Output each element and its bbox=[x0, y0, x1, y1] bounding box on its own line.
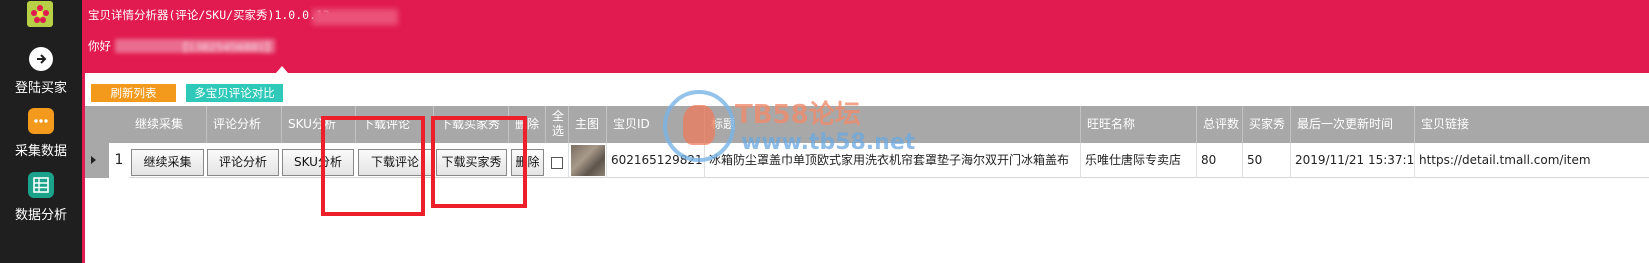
updated-time-cell: 2019/11/21 15:37:13 bbox=[1291, 143, 1415, 178]
main-content: 刷新列表 多宝贝评论对比 继续采集 评论分析 SKU分析 下载评论 下载买家秀 … bbox=[82, 73, 1649, 263]
col-header[interactable]: 全选 bbox=[546, 106, 569, 143]
col-header[interactable]: 继续采集 bbox=[129, 106, 207, 143]
sidebar-item-label: 数据分析 bbox=[14, 208, 67, 223]
col-header[interactable]: 旺旺名称 bbox=[1081, 106, 1197, 143]
login-arrow-icon bbox=[29, 47, 53, 71]
current-row-arrow-icon bbox=[91, 156, 96, 164]
buyer-show-cell: 50 bbox=[1243, 143, 1291, 178]
sidebar-item-login[interactable]: 登陆买家 bbox=[0, 47, 82, 96]
row-index: 1 bbox=[109, 143, 129, 178]
sidebar-item-collect[interactable]: 采集数据 bbox=[0, 108, 82, 159]
review-analysis-button[interactable]: 评论分析 bbox=[207, 149, 279, 176]
app-logo-icon bbox=[27, 1, 53, 27]
title-header: 宝贝详情分析器(评论/SKU/买家秀)1.0.0.12 你好 【13825456… bbox=[82, 0, 1649, 73]
greeting-text: 你好 bbox=[88, 39, 111, 53]
col-header[interactable]: 宝贝ID bbox=[607, 106, 705, 143]
wangwang-cell: 乐唯仕唐际专卖店 bbox=[1081, 143, 1197, 178]
total-reviews-cell: 80 bbox=[1197, 143, 1243, 178]
annotation-box-download-reviews bbox=[321, 116, 425, 216]
col-header[interactable]: 最后一次更新时间 bbox=[1291, 106, 1415, 143]
row-header[interactable]: 1 bbox=[85, 143, 129, 178]
chat-collect-icon bbox=[28, 108, 54, 134]
sidebar-item-analysis[interactable]: 数据分析 bbox=[0, 172, 82, 223]
title-cell: 冰箱防尘罩盖巾单顶欧式家用洗衣机帘套罩垫子海尔双开门冰箱盖布 bbox=[705, 143, 1081, 178]
user-greeting: 你好 【13825456881】 bbox=[88, 38, 276, 54]
col-header[interactable]: 买家秀 bbox=[1243, 106, 1291, 143]
blurred-region bbox=[312, 9, 398, 25]
sidebar-item-label: 登陆买家 bbox=[14, 81, 67, 96]
select-cell bbox=[546, 143, 569, 178]
col-header[interactable]: 主图 bbox=[569, 106, 607, 143]
app-title: 宝贝详情分析器(评论/SKU/买家秀)1.0.0.12 bbox=[88, 8, 330, 22]
app-window: 登陆买家 采集数据 数据分析 宝贝详情分析器(评论/SKU/买家秀)1.0.0.… bbox=[0, 0, 1649, 263]
annotation-box-download-buyer-show bbox=[431, 116, 527, 208]
refresh-list-button[interactable]: 刷新列表 bbox=[91, 84, 176, 102]
left-sidebar: 登陆买家 采集数据 数据分析 bbox=[0, 0, 82, 263]
table-row[interactable]: 1 继续采集 评论分析 SKU分析 下载评论 下载买家秀 删除 60216512… bbox=[85, 143, 1649, 178]
compare-reviews-button[interactable]: 多宝贝评论对比 bbox=[186, 84, 283, 102]
data-grid-icon bbox=[28, 172, 54, 198]
col-header[interactable]: 总评数 bbox=[1197, 106, 1243, 143]
col-header[interactable]: 宝贝链接 bbox=[1415, 106, 1649, 143]
blurred-account: 【13825456881】 bbox=[115, 39, 276, 54]
blurred-account-text: 【13825456881】 bbox=[177, 41, 276, 54]
item-link-cell[interactable]: https://detail.tmall.com/item bbox=[1415, 143, 1649, 178]
continue-collect-button[interactable]: 继续采集 bbox=[131, 149, 204, 176]
item-id-cell: 602165129821 bbox=[607, 143, 705, 178]
tab-pointer bbox=[276, 66, 288, 73]
sidebar-item-label: 采集数据 bbox=[14, 144, 67, 159]
main-image-cell bbox=[569, 143, 607, 178]
table-header-row: 继续采集 评论分析 SKU分析 下载评论 下载买家秀 删除 全选 主图 宝贝ID… bbox=[85, 106, 1649, 143]
product-thumbnail bbox=[571, 145, 605, 176]
col-header[interactable]: 评论分析 bbox=[207, 106, 282, 143]
row-checkbox[interactable] bbox=[551, 157, 563, 169]
col-header[interactable]: 标题 bbox=[705, 106, 1081, 143]
